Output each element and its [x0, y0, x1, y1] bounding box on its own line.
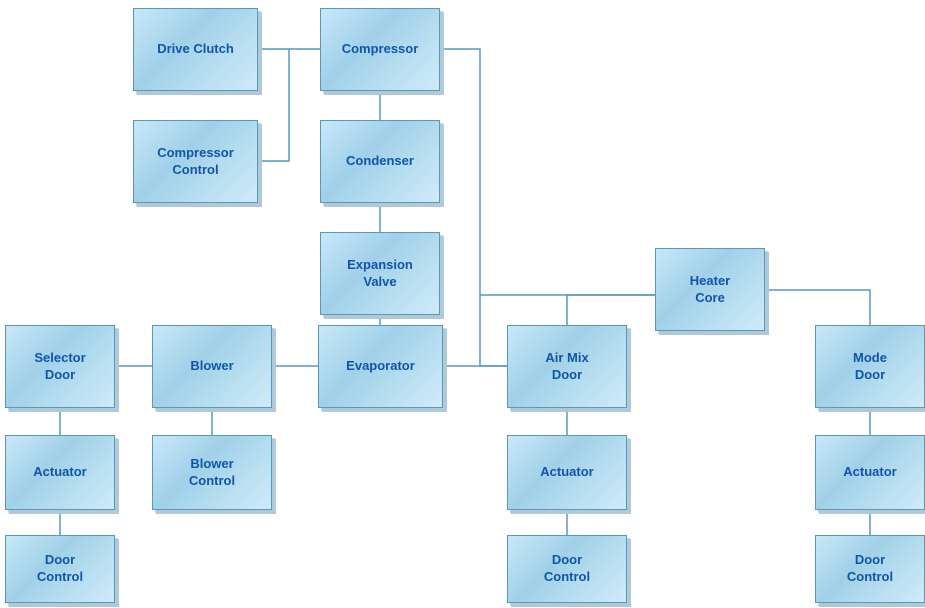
mode-door: ModeDoor [815, 325, 925, 408]
blower-control: BlowerControl [152, 435, 272, 510]
door-control-mid: DoorControl [507, 535, 627, 603]
diagram-container: Drive Clutch Compressor CompressorControl C… [0, 0, 925, 608]
door-control-right: DoorControl [815, 535, 925, 603]
selector-door: SelectorDoor [5, 325, 115, 408]
actuator-right: Actuator [815, 435, 925, 510]
air-mix-door: Air MixDoor [507, 325, 627, 408]
actuator-mid: Actuator [507, 435, 627, 510]
blower: Blower [152, 325, 272, 408]
drive-clutch: Drive Clutch [133, 8, 258, 91]
condenser: Condenser [320, 120, 440, 203]
connections-svg [0, 0, 925, 608]
compressor: Compressor [320, 8, 440, 91]
evaporator: Evaporator [318, 325, 443, 408]
door-control-left: DoorControl [5, 535, 115, 603]
actuator-left: Actuator [5, 435, 115, 510]
expansion-valve: ExpansionValve [320, 232, 440, 315]
heater-core: HeaterCore [655, 248, 765, 331]
compressor-control: CompressorControl [133, 120, 258, 203]
